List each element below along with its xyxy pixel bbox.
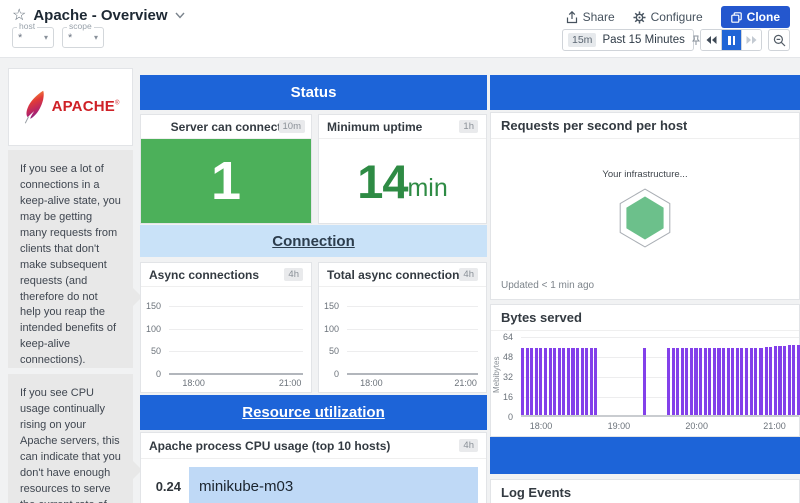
dashboard-header: ☆ Apache - Overview Share Configure — [0, 0, 800, 58]
widget-async-connections[interactable]: Async connections 4h 150100500 18:0021:0… — [140, 262, 312, 393]
configure-button[interactable]: Configure — [633, 10, 703, 24]
bytes-served-chart[interactable] — [521, 337, 799, 417]
widget-server-can-connect[interactable]: Server can connect 10m 1 — [140, 114, 312, 224]
share-icon — [566, 11, 578, 24]
server-can-connect-value: 1 — [211, 150, 241, 212]
zoom-out-button[interactable] — [768, 29, 790, 51]
note-cpu: If you see CPU usage continually rising … — [8, 374, 133, 503]
status-green-box: 1 — [141, 139, 311, 223]
pause-icon — [728, 36, 735, 45]
section-banner-right-top — [490, 75, 800, 110]
timeframe-badge: 4h — [459, 439, 478, 452]
widget-minimum-uptime[interactable]: Minimum uptime 1h 14 min — [318, 114, 487, 224]
widget-total-async-connections[interactable]: Total async connections 4h 150100500 18:… — [318, 262, 487, 393]
toplist-bar: minikube-m03 — [189, 467, 478, 503]
toplist-value: 0.24 — [149, 479, 189, 494]
note-keepalive: If you see a lot of connections in a kee… — [8, 150, 133, 368]
toplist-row[interactable]: 0.24 minikube-m03 — [149, 467, 478, 503]
dashboard-canvas: APACHE® If you see a lot of connections … — [0, 58, 800, 503]
total-async-connections-chart[interactable]: 18:0021:00 — [347, 295, 478, 374]
section-banner-status: Status — [140, 75, 487, 110]
widget-requests-per-host[interactable]: Requests per second per host Your infras… — [490, 112, 800, 300]
apache-feather-icon — [22, 89, 48, 125]
chevron-down-icon: ▾ — [44, 33, 48, 42]
widget-bytes-served[interactable]: Bytes served Mebibytes 644832160 18:0019… — [490, 304, 800, 437]
time-forward-button[interactable] — [741, 30, 761, 50]
template-var-scope[interactable]: scope * ▾ — [62, 27, 104, 48]
minimum-uptime-value: 14 — [357, 154, 407, 209]
timeframe-badge: 4h — [284, 268, 303, 281]
template-var-host[interactable]: host * ▾ — [12, 27, 54, 48]
host-hexagon[interactable] — [614, 187, 676, 249]
chevron-down-icon: ▾ — [94, 33, 98, 42]
time-nav-group — [700, 29, 762, 51]
title-chevron-down-icon[interactable] — [175, 12, 185, 19]
section-banner-connection: Connection — [140, 225, 487, 257]
gear-icon — [633, 11, 646, 24]
page-title: Apache - Overview — [33, 7, 167, 24]
timeframe-badge: 10m — [279, 120, 305, 133]
minimum-uptime-unit: min — [407, 174, 447, 203]
dashboard-page: ☆ Apache - Overview Share Configure — [0, 0, 800, 503]
apache-wordmark: APACHE — [52, 98, 115, 115]
time-pause-button[interactable] — [721, 30, 741, 50]
apache-logo-widget: APACHE® — [8, 68, 133, 146]
async-connections-chart[interactable]: 18:0021:00 — [169, 295, 303, 374]
time-range-badge: 15m — [568, 33, 596, 47]
hostmap-label: Your infrastructure... — [491, 169, 799, 180]
clone-button[interactable]: Clone — [721, 6, 790, 28]
timeframe-badge: 4h — [459, 268, 478, 281]
template-variables: host * ▾ scope * ▾ — [12, 27, 104, 48]
widget-log-events[interactable]: Log Events — [490, 479, 800, 503]
time-back-button[interactable] — [701, 30, 721, 50]
timeframe-badge: 1h — [459, 120, 478, 133]
section-banner-right-bottom — [490, 437, 800, 474]
zero-series-line — [347, 373, 478, 376]
hostmap-updated: Updated < 1 min ago — [501, 280, 594, 291]
clone-icon — [731, 12, 742, 23]
time-range-picker[interactable]: 15m Past 15 Minutes ▾ — [562, 29, 694, 51]
section-banner-resource: Resource utilization — [140, 395, 487, 430]
widget-cpu-usage[interactable]: Apache process CPU usage (top 10 hosts) … — [140, 432, 487, 503]
bytes-xaxis: 18:0019:0020:0021:00 — [521, 421, 799, 433]
share-button[interactable]: Share — [566, 10, 615, 24]
zero-series-line — [169, 373, 303, 376]
